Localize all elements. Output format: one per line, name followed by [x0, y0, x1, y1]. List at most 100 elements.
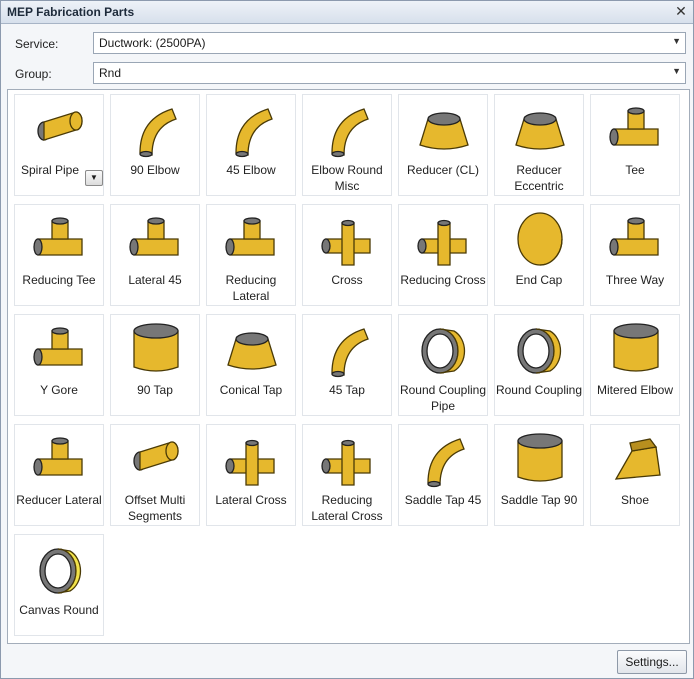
- part-tile[interactable]: Reducer Eccentric: [494, 94, 584, 196]
- part-tile[interactable]: End Cap: [494, 204, 584, 306]
- service-label: Service:: [15, 37, 59, 51]
- part-label: 90 Elbow: [130, 163, 180, 177]
- reducer-eccentric-icon: [515, 112, 565, 150]
- tap-90-icon: [133, 323, 179, 372]
- part-tile[interactable]: Shoe: [590, 424, 680, 526]
- part-label: Reducing Tee: [22, 273, 96, 287]
- service-dropdown[interactable]: Ductwork: (2500PA) ▼: [93, 32, 686, 54]
- part-label: Conical Tap: [219, 383, 283, 397]
- part-label: Reducer (CL): [406, 163, 480, 177]
- window-title: MEP Fabrication Parts: [7, 5, 135, 19]
- mitered-elbow-icon: [613, 323, 659, 372]
- part-label: 45 Elbow: [226, 163, 276, 177]
- conical-tap-icon: [227, 332, 277, 370]
- part-tile[interactable]: Cross: [302, 204, 392, 306]
- elbow-round-misc-icon: [331, 108, 369, 158]
- shoe-icon: [614, 438, 661, 480]
- end-cap-icon: [517, 212, 563, 266]
- y-gore-icon: [33, 327, 83, 366]
- reducing-lateral-icon: [225, 217, 275, 256]
- mep-fabrication-parts-window: MEP Fabrication Parts ✕ Service: Ductwor…: [0, 0, 694, 679]
- part-label: Spiral Pipe: [20, 163, 80, 177]
- group-dropdown[interactable]: Rnd ▼: [93, 62, 686, 84]
- lateral-cross-icon: [225, 439, 275, 486]
- chevron-down-icon: ▼: [672, 66, 681, 76]
- part-tile[interactable]: Reducing Lateral: [206, 204, 296, 306]
- part-tile[interactable]: Spiral Pipe ▼: [14, 94, 104, 196]
- part-label: Cross: [331, 273, 363, 287]
- part-label: Reducing Lateral: [225, 273, 277, 303]
- part-tile[interactable]: Saddle Tap 90: [494, 424, 584, 526]
- part-tile[interactable]: Reducing Cross: [398, 204, 488, 306]
- chevron-down-icon: ▼: [672, 36, 681, 46]
- part-tile[interactable]: Three Way: [590, 204, 680, 306]
- part-label: 45 Tap: [329, 383, 365, 397]
- part-tile[interactable]: 45 Tap: [302, 314, 392, 416]
- part-tile[interactable]: Mitered Elbow: [590, 314, 680, 416]
- saddle-tap-90-icon: [517, 433, 563, 482]
- bottom-bar: Settings...: [1, 646, 693, 678]
- reducer-lateral-icon: [33, 437, 83, 476]
- part-tile[interactable]: Saddle Tap 45: [398, 424, 488, 526]
- part-label: Mitered Elbow: [596, 383, 674, 397]
- part-tile[interactable]: Conical Tap: [206, 314, 296, 416]
- three-way-icon: [609, 217, 659, 256]
- part-label: Saddle Tap 45: [404, 493, 482, 507]
- group-value: Rnd: [99, 66, 122, 80]
- part-tile[interactable]: Y Gore: [14, 314, 104, 416]
- part-label: 90 Tap: [137, 383, 173, 397]
- part-tile[interactable]: 90 Tap: [110, 314, 200, 416]
- canvas-round-icon: [39, 548, 82, 594]
- reducing-cross-icon: [417, 219, 467, 266]
- part-label: Shoe: [620, 493, 650, 507]
- part-label: Lateral Cross: [215, 493, 287, 507]
- reducing-tee-icon: [33, 217, 83, 256]
- group-label: Group:: [15, 67, 52, 81]
- part-tile[interactable]: Reducer (CL): [398, 94, 488, 196]
- part-label: Canvas Round: [19, 603, 99, 617]
- part-label: Reducing Lateral Cross: [311, 493, 383, 523]
- part-label: Elbow Round Misc: [311, 163, 383, 193]
- part-label: Reducer Eccentric: [514, 163, 564, 193]
- title-bar: MEP Fabrication Parts ✕: [1, 1, 693, 24]
- settings-button[interactable]: Settings...: [617, 650, 687, 674]
- elbow-45-icon: [235, 108, 273, 158]
- part-tile[interactable]: 90 Elbow: [110, 94, 200, 196]
- part-label: Tee: [625, 163, 645, 177]
- part-label: Round Coupling Pipe: [399, 383, 487, 413]
- elbow-90-icon: [139, 108, 177, 158]
- part-tile[interactable]: Tee: [590, 94, 680, 196]
- part-tile[interactable]: Reducing Tee: [14, 204, 104, 306]
- part-tile[interactable]: Reducing Lateral Cross: [302, 424, 392, 526]
- part-tile[interactable]: Lateral 45: [110, 204, 200, 306]
- part-tile[interactable]: Offset Multi Segments: [110, 424, 200, 526]
- part-label: Round Coupling: [495, 383, 583, 397]
- close-icon[interactable]: ✕: [673, 3, 689, 19]
- part-label: Reducer Lateral: [16, 493, 102, 507]
- part-tile[interactable]: Round Coupling: [494, 314, 584, 416]
- spiral-pipe-icon: [37, 111, 83, 141]
- part-tile[interactable]: 45 Elbow: [206, 94, 296, 196]
- part-tile[interactable]: Reducer Lateral: [14, 424, 104, 526]
- part-tile[interactable]: Elbow Round Misc: [302, 94, 392, 196]
- part-label: Y Gore: [40, 383, 78, 397]
- part-tile[interactable]: Round Coupling Pipe: [398, 314, 488, 416]
- round-coupling-pipe-icon: [421, 328, 466, 374]
- part-label: Lateral 45: [128, 273, 182, 287]
- part-label: Reducing Cross: [400, 273, 486, 287]
- parts-gallery: Spiral Pipe ▼ 90 Elbow 45 Elbow Elbow Round …: [7, 89, 690, 644]
- part-label: Offset Multi Segments: [124, 493, 186, 523]
- reducer-cl-icon: [419, 112, 469, 150]
- offset-multi-segments-icon: [133, 441, 179, 471]
- part-label: Three Way: [605, 273, 665, 287]
- reducing-lateral-cross-icon: [321, 439, 371, 486]
- lateral-45-icon: [129, 217, 179, 256]
- part-label: Saddle Tap 90: [500, 493, 578, 507]
- cross-icon: [321, 219, 371, 266]
- part-tile[interactable]: Canvas Round: [14, 534, 104, 636]
- part-options-dropdown[interactable]: ▼: [85, 170, 103, 186]
- part-label: End Cap: [515, 273, 563, 287]
- service-value: Ductwork: (2500PA): [99, 36, 206, 50]
- part-tile[interactable]: Lateral Cross: [206, 424, 296, 526]
- tap-45-icon: [331, 328, 369, 378]
